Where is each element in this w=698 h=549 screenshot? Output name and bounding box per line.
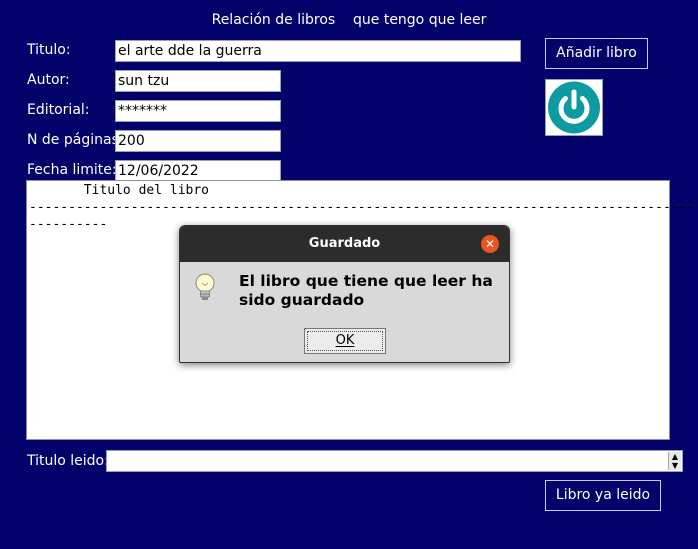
titulo-leido-input[interactable]: ▲ ▼ (106, 450, 683, 472)
editorial-input[interactable]: ******* (115, 100, 281, 122)
dialog-message: El libro que tiene que leer ha sido guar… (239, 272, 493, 309)
fecha-input[interactable]: 12/06/2022 (115, 160, 281, 182)
ok-label: OK (335, 333, 355, 348)
spinner-arrows-icon[interactable]: ▲ ▼ (668, 452, 681, 470)
lightbulb-icon (194, 272, 216, 304)
titulo-leido-label: Titulo leido: (27, 453, 109, 469)
list-separator: ----------------------------------------… (29, 200, 695, 215)
list-separator-continued: ---------- (29, 217, 108, 232)
window-edge (692, 0, 698, 549)
fecha-label: Fecha limite: (27, 162, 117, 178)
autor-input[interactable]: sun tzu (115, 70, 281, 92)
titulo-label: Titulo: (27, 42, 71, 58)
titulo-input[interactable]: el arte dde la guerra (115, 40, 521, 62)
book-read-button[interactable]: Libro ya leido (545, 480, 661, 511)
paginas-label: N de páginas: (27, 132, 124, 148)
list-header: Titulo del libro (29, 183, 210, 198)
power-icon (546, 81, 602, 139)
page-title: Relación de libros que tengo que leer (211, 12, 487, 28)
close-icon[interactable]: ✕ (481, 235, 499, 253)
autor-label: Autor: (27, 72, 70, 88)
dialog-title: Guardado (180, 226, 509, 262)
add-book-button[interactable]: Añadir libro (545, 38, 648, 69)
ok-button[interactable]: OK (304, 328, 386, 354)
saved-dialog: Guardado ✕ El libro que tiene que leer h… (179, 225, 510, 363)
paginas-input[interactable]: 200 (115, 130, 281, 152)
power-button[interactable] (545, 79, 603, 136)
editorial-label: Editorial: (27, 102, 90, 118)
